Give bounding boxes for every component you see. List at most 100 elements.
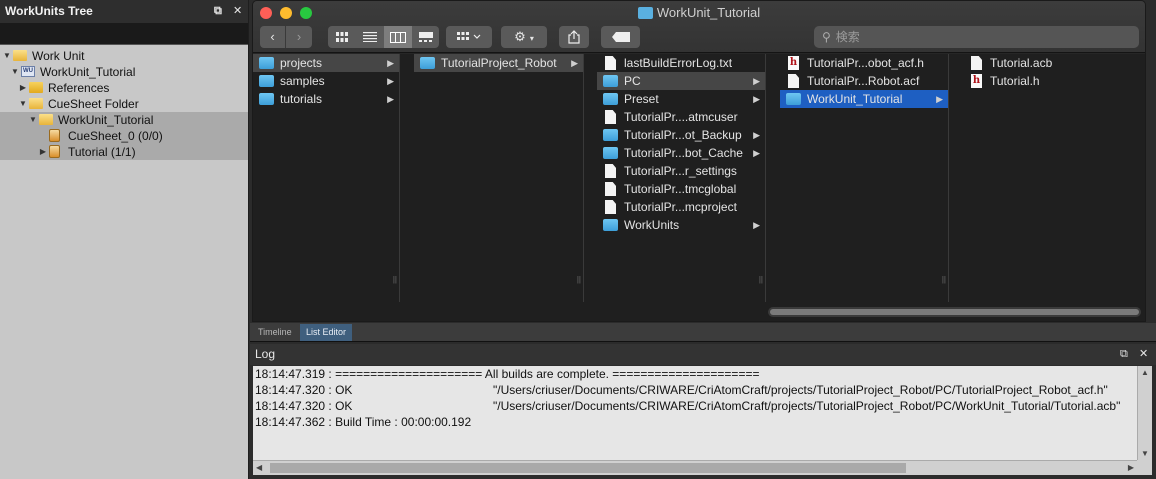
browser-item-label: TutorialProject_Robot [441,56,557,70]
column-resize-handle[interactable]: || [393,275,397,284]
share-icon [568,30,580,44]
horizontal-scrollbar[interactable] [768,307,1141,317]
close-icon[interactable]: ✕ [233,0,242,23]
browser-item-label: TutorialPr...r_settings [624,164,737,178]
browser-item[interactable]: h Tutorial.h [963,72,1145,90]
restore-icon[interactable]: ⧉ [214,0,222,23]
tab-timeline[interactable]: Timeline [252,324,298,341]
tree-item[interactable]: ▼ CueSheet Folder [0,96,248,112]
tree-item[interactable]: ▶ References [0,80,248,96]
nav-button-group: ‹ › [260,26,312,48]
scroll-right-icon[interactable]: ▶ [1128,461,1134,475]
browser-item[interactable]: TutorialPr...tmcglobal [597,180,765,198]
browser-item-label: TutorialPr...obot_acf.h [807,56,924,70]
browser-item-label: WorkUnit_Tutorial [807,92,903,106]
finder-titlebar: WorkUnit_Tutorial ‹ › ⚙ ▾ ⚲ 検索 [253,1,1145,53]
browser-item[interactable]: tutorials ▶ [253,90,399,108]
finder-search-field[interactable]: ⚲ 検索 [814,26,1139,48]
finder-window-title: WorkUnit_Tutorial [253,5,1145,21]
search-icon: ⚲ [822,30,831,44]
disclosure-collapsed-icon[interactable]: ▶ [18,80,28,96]
browser-item[interactable]: samples ▶ [253,72,399,90]
browser-column: h TutorialPr...obot_acf.h TutorialPr...Rob… [780,54,949,302]
tree-item-label: Tutorial (1/1) [68,145,136,159]
scroll-down-icon[interactable]: ▼ [1138,449,1152,458]
group-by-button[interactable] [446,26,492,48]
disclosure-collapsed-icon[interactable]: ▶ [38,144,48,160]
log-output[interactable]: 18:14:47.319 : ===================== All… [253,366,1137,460]
tab-list-editor[interactable]: List Editor [300,324,353,341]
folder-icon [259,75,274,87]
tree-filter-field[interactable] [0,23,248,45]
browser-item[interactable]: TutorialPr...mcproject [597,198,765,216]
disclosure-expanded-icon[interactable]: ▼ [18,96,28,112]
chevron-right-icon: ▶ [753,148,760,158]
column-resize-handle[interactable]: || [942,275,946,284]
browser-item[interactable]: TutorialPr...Robot.acf [780,72,948,90]
browser-item[interactable]: TutorialPr...ot_Backup ▶ [597,126,765,144]
finder-window: WorkUnit_Tutorial ‹ › ⚙ ▾ ⚲ 検索 projects … [252,0,1146,322]
close-icon[interactable]: ✕ [1139,344,1148,365]
chevron-right-icon: ▶ [753,220,760,230]
log-horizontal-scrollbar[interactable]: ◀ ▶ [253,460,1137,475]
browser-item[interactable]: WorkUnit_Tutorial ▶ [780,90,948,108]
back-button[interactable]: ‹ [260,26,286,48]
browser-item[interactable]: h TutorialPr...obot_acf.h [780,54,948,72]
header-file-icon: h [971,74,982,88]
editor-tabs-bar: Timeline List Editor [250,323,1156,342]
tree-item-label: References [48,81,110,95]
browser-item[interactable]: projects ▶ [253,54,399,72]
log-vertical-scrollbar[interactable]: ▲ ▼ [1137,366,1152,460]
folder-icon [259,93,274,105]
chevron-right-icon: ▶ [387,58,394,68]
scroll-left-icon[interactable]: ◀ [256,461,262,475]
folder-icon [259,57,274,69]
chevron-down-icon: ▾ [529,34,534,43]
browser-item[interactable]: TutorialProject_Robot ▶ [414,54,583,72]
gallery-view-button[interactable] [412,26,440,48]
tree-item[interactable]: CueSheet_0 (0/0) [0,128,248,144]
tree-item[interactable]: ▼ WorkUnit_Tutorial [0,112,248,128]
share-button[interactable] [559,26,589,48]
tree-item[interactable]: ▶ Tutorial (1/1) [0,144,248,160]
action-menu-button[interactable]: ⚙ ▾ [501,26,547,48]
browser-item-label: TutorialPr...ot_Backup [624,128,742,142]
folder-open-icon [29,98,43,109]
browser-column: projects ▶ samples ▶ tutorials ▶ || [253,54,400,302]
scroll-up-icon[interactable]: ▲ [1138,368,1152,377]
browser-item[interactable]: Tutorial.acb [963,54,1145,72]
tree-item[interactable]: ▼ Work Unit [0,48,248,64]
tree-item[interactable]: ▼ WU WorkUnit_Tutorial [0,64,248,80]
tree-item-label: CueSheet_0 (0/0) [68,129,163,143]
document-icon [788,74,799,88]
log-line: 18:14:47.320 : OK "/Users/criuser/Documen… [253,398,1137,414]
document-icon [605,110,616,124]
tag-icon [611,32,630,42]
disclosure-expanded-icon[interactable]: ▼ [28,112,38,128]
scrollbar-thumb[interactable] [270,463,906,473]
disclosure-expanded-icon[interactable]: ▼ [2,48,12,64]
browser-item[interactable]: TutorialPr...bot_Cache ▶ [597,144,765,162]
browser-item[interactable]: Preset ▶ [597,90,765,108]
list-view-button[interactable] [356,26,384,48]
forward-button[interactable]: › [286,26,312,48]
tree-body: ▼ Work Unit ▼ WU WorkUnit_Tutorial ▶ Reference… [0,45,248,160]
edit-tags-button[interactable] [601,26,640,48]
browser-item-label: TutorialPr...bot_Cache [624,146,743,160]
browser-item-label: tutorials [280,92,323,106]
browser-item[interactable]: lastBuildErrorLog.txt [597,54,765,72]
browser-item[interactable]: WorkUnits ▶ [597,216,765,234]
log-line-text: 18:14:47.319 : ===================== All… [255,367,760,381]
disclosure-expanded-icon[interactable]: ▼ [10,64,20,80]
folder-icon [603,219,618,231]
column-resize-handle[interactable]: || [759,275,763,284]
browser-item[interactable]: TutorialPr....atmcuser [597,108,765,126]
scrollbar-thumb[interactable] [770,309,1139,315]
icon-view-button[interactable] [328,26,356,48]
restore-icon[interactable]: ⧉ [1120,344,1128,365]
browser-item[interactable]: TutorialPr...r_settings [597,162,765,180]
column-resize-handle[interactable]: || [577,275,581,284]
column-view-button[interactable] [384,26,412,48]
chevron-right-icon: ▶ [571,58,578,68]
browser-item[interactable]: PC ▶ [597,72,765,90]
